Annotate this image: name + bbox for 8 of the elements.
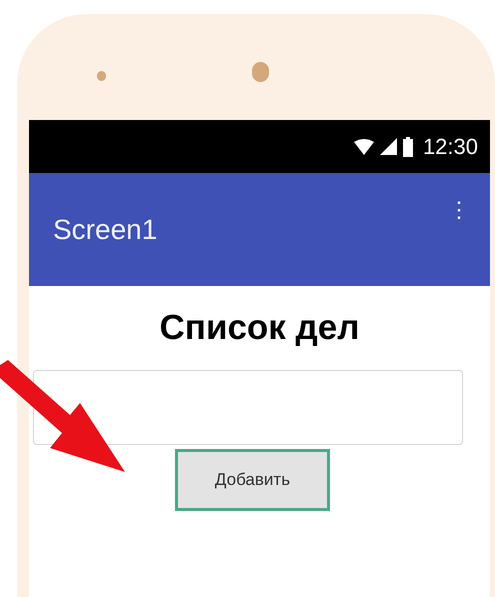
add-button[interactable]: Добавить: [175, 448, 330, 511]
signal-icon: [380, 138, 397, 155]
wifi-icon: [354, 138, 374, 154]
input-field[interactable]: [33, 370, 463, 445]
app-title: Screen1: [53, 212, 158, 246]
heading: Список дел: [160, 307, 360, 349]
battery-icon: [402, 136, 413, 156]
status-time: 12:30: [422, 133, 478, 161]
